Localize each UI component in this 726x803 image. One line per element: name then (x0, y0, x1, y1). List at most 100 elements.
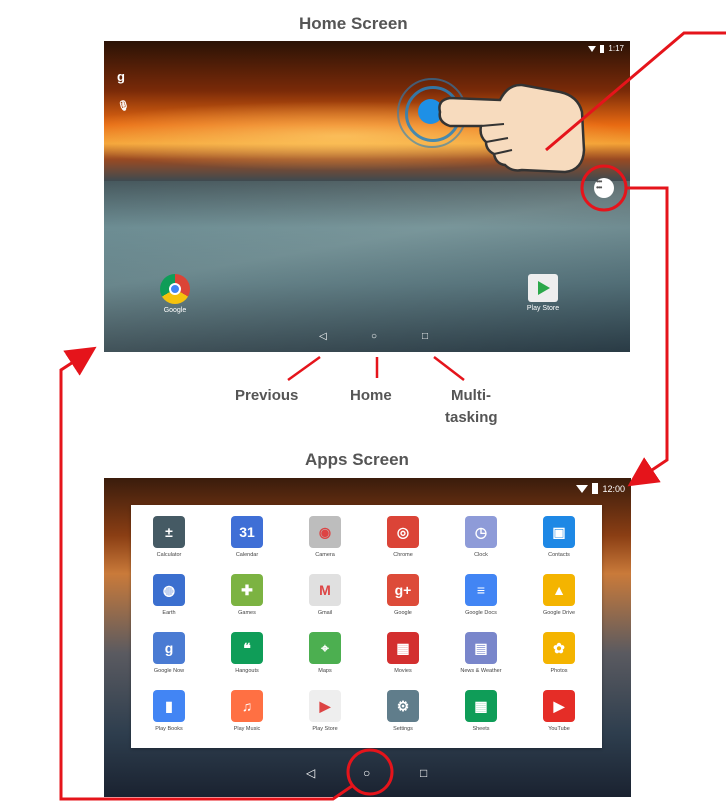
google-docs-icon: ≡ (465, 574, 497, 606)
app-grid: ± Calculator 31 Calendar ◉ Camera ◎ Chrome ◷ Cloc… (131, 505, 602, 748)
status-time: 12:00 (602, 483, 625, 494)
recents-icon[interactable]: □ (420, 766, 427, 780)
apps-screen-title: Apps Screen (305, 450, 409, 469)
battery-icon (592, 483, 599, 494)
app-grid-panel: ± Calculator 31 Calendar ◉ Camera ◎ Chrome ◷ Cloc… (131, 505, 602, 748)
app-label: Play Books (155, 726, 183, 732)
app-label: Earth (162, 610, 176, 616)
home-app-play-store[interactable]: Play Store (513, 274, 573, 312)
app-label: Movies (394, 668, 412, 674)
app-clock[interactable]: ◷ Clock (443, 516, 519, 558)
photos-icon: ✿ (543, 632, 575, 664)
app-drawer-button[interactable] (594, 177, 614, 198)
google-icon: g+ (387, 574, 419, 606)
status-time: 1:17 (608, 44, 624, 53)
app-label: Photos (550, 668, 568, 674)
app-label: YouTube (548, 726, 570, 732)
home-label: Home (350, 387, 392, 404)
app-earth[interactable]: ◍ Earth (131, 574, 207, 616)
app-label: Google (163, 307, 187, 314)
microphone-icon[interactable]: 🎙 (117, 101, 130, 112)
home-screen: 1:17 g 🎙 Google Play Store ◁ ○ □ (104, 41, 630, 352)
app-label: Play Store (526, 305, 560, 312)
app-settings[interactable]: ⚙ Settings (365, 690, 441, 732)
apps-status-bar: 12:00 (576, 483, 625, 494)
app-contacts[interactable]: ▣ Contacts (521, 516, 597, 558)
calendar-icon: 31 (231, 516, 263, 548)
calculator-icon: ± (153, 516, 185, 548)
multitasking-label-line1: Multi- (451, 387, 491, 404)
app-label: Hangouts (235, 668, 259, 674)
home-icon[interactable]: ○ (363, 766, 370, 780)
wifi-icon (576, 484, 589, 493)
app-label: Camera (315, 552, 335, 558)
google-drive-icon: ▲ (543, 574, 575, 606)
maps-icon: ⌖ (309, 632, 341, 664)
app-label: Contacts (548, 552, 570, 558)
app-label: Maps (318, 668, 332, 674)
wallpaper-sea (104, 181, 630, 352)
back-icon[interactable]: ◁ (319, 331, 327, 342)
touch-point (418, 99, 443, 124)
app-calculator[interactable]: ± Calculator (131, 516, 207, 558)
app-sheets[interactable]: ▦ Sheets (443, 690, 519, 732)
app-label: Gmail (317, 610, 333, 616)
google-now-icon: g (153, 632, 185, 664)
settings-icon: ⚙ (387, 690, 419, 722)
sheets-icon: ▦ (465, 690, 497, 722)
app-play-books[interactable]: ▮ Play Books (131, 690, 207, 732)
home-icon[interactable]: ○ (371, 331, 377, 342)
chrome-icon (160, 274, 190, 304)
app-label: Google (394, 610, 412, 616)
multitasking-pointer (433, 356, 465, 381)
app-label: Settings (393, 726, 413, 732)
play-books-icon: ▮ (153, 690, 185, 722)
app-camera[interactable]: ◉ Camera (287, 516, 363, 558)
app-label: Play Store (312, 726, 338, 732)
app-google-drive[interactable]: ▲ Google Drive (521, 574, 597, 616)
app-movies[interactable]: ▦ Movies (365, 632, 441, 674)
wallpaper-sun (104, 101, 630, 171)
app-hangouts[interactable]: ❝ Hangouts (209, 632, 285, 674)
back-icon[interactable]: ◁ (306, 766, 315, 780)
app-calendar[interactable]: 31 Calendar (209, 516, 285, 558)
app-games[interactable]: ✚ Games (209, 574, 285, 616)
app-photos[interactable]: ✿ Photos (521, 632, 597, 674)
app-label: Chrome (393, 552, 413, 558)
app-youtube[interactable]: ▶ YouTube (521, 690, 597, 732)
app-google[interactable]: g+ Google (365, 574, 441, 616)
games-icon: ✚ (231, 574, 263, 606)
home-app-google[interactable]: Google (145, 274, 205, 314)
camera-icon: ◉ (309, 516, 341, 548)
chrome-icon: ◎ (387, 516, 419, 548)
multitasking-label-line2: tasking (445, 409, 498, 426)
recents-icon[interactable]: □ (422, 331, 428, 342)
play-store-icon (528, 274, 558, 302)
arrow-to-apps-screen (626, 186, 669, 487)
app-play-store[interactable]: ▶ Play Store (287, 690, 363, 732)
google-search-icon[interactable]: g (117, 69, 125, 84)
app-gmail[interactable]: M Gmail (287, 574, 363, 616)
battery-icon (600, 44, 605, 53)
app-play-music[interactable]: ♫ Play Music (209, 690, 285, 732)
play-store-icon: ▶ (309, 690, 341, 722)
gmail-icon: M (309, 574, 341, 606)
app-google-docs[interactable]: ≡ Google Docs (443, 574, 519, 616)
app-label: Sheets (472, 726, 490, 732)
earth-icon: ◍ (153, 574, 185, 606)
hangouts-icon: ❝ (231, 632, 263, 664)
app-label: Play Music (233, 726, 261, 732)
apps-screen: 12:00 ± Calculator 31 Calendar ◉ Camera ◎ Chrom… (104, 478, 631, 797)
app-label: Games (238, 610, 256, 616)
app-label: Calculator (156, 552, 182, 558)
news-weather-icon: ▤ (465, 632, 497, 664)
app-google-now[interactable]: g Google Now (131, 632, 207, 674)
app-news-weather[interactable]: ▤ News & Weather (443, 632, 519, 674)
app-label: Calendar (235, 552, 259, 558)
app-label: Google Drive (542, 610, 576, 616)
previous-pointer (287, 355, 321, 382)
app-maps[interactable]: ⌖ Maps (287, 632, 363, 674)
youtube-icon: ▶ (543, 690, 575, 722)
app-label: News & Weather (460, 668, 502, 674)
app-chrome[interactable]: ◎ Chrome (365, 516, 441, 558)
